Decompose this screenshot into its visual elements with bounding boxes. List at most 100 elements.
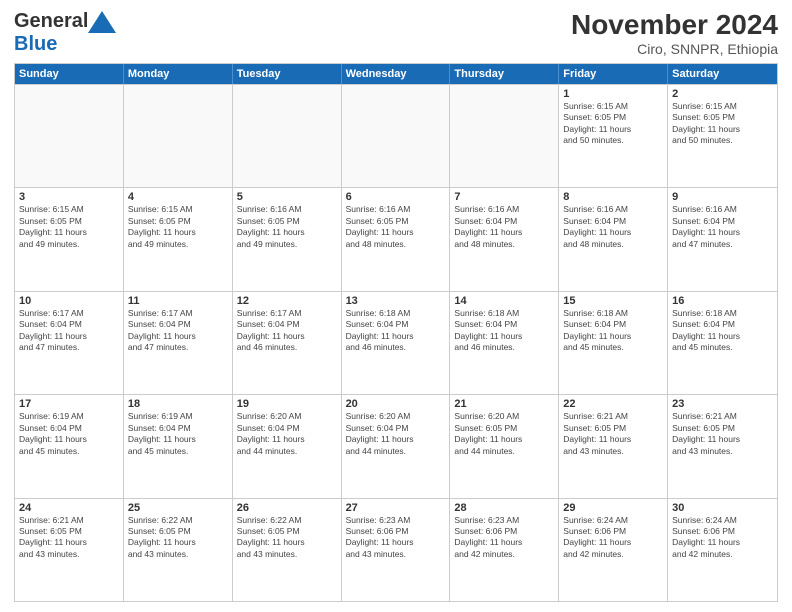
day-number: 12 xyxy=(237,295,337,307)
cal-week-5: 24Sunrise: 6:21 AMSunset: 6:05 PMDayligh… xyxy=(15,498,777,601)
cal-week-2: 3 Sunrise: 6:15 AMSunset: 6:05 PMDaylight… xyxy=(15,187,777,290)
cal-cell-day-30: 30Sunrise: 6:24 AMSunset: 6:06 PMDayligh… xyxy=(668,499,777,601)
cal-cell-day-28: 28Sunrise: 6:23 AMSunset: 6:06 PMDayligh… xyxy=(450,499,559,601)
day-info: Sunrise: 6:20 AMSunset: 6:04 PMDaylight:… xyxy=(237,411,337,457)
cal-cell-day-13: 13Sunrise: 6:18 AMSunset: 6:04 PMDayligh… xyxy=(342,292,451,394)
day-info: Sunrise: 6:23 AMSunset: 6:06 PMDaylight:… xyxy=(346,515,446,561)
cal-cell-day-21: 21Sunrise: 6:20 AMSunset: 6:05 PMDayligh… xyxy=(450,395,559,497)
cal-cell-empty xyxy=(124,85,233,187)
calendar-body: 1 Sunrise: 6:15 AMSunset: 6:05 PMDaylight… xyxy=(15,84,777,601)
cal-header-thursday: Thursday xyxy=(450,64,559,84)
day-info: Sunrise: 6:17 AMSunset: 6:04 PMDaylight:… xyxy=(237,308,337,354)
logo-icon xyxy=(88,11,116,33)
cal-cell-day-15: 15Sunrise: 6:18 AMSunset: 6:04 PMDayligh… xyxy=(559,292,668,394)
page-title: November 2024 xyxy=(571,10,778,41)
day-info: Sunrise: 6:20 AMSunset: 6:05 PMDaylight:… xyxy=(454,411,554,457)
day-number: 6 xyxy=(346,191,446,203)
day-info: Sunrise: 6:21 AMSunset: 6:05 PMDaylight:… xyxy=(19,515,119,561)
day-number: 20 xyxy=(346,398,446,410)
day-number: 26 xyxy=(237,502,337,514)
calendar-header: SundayMondayTuesdayWednesdayThursdayFrid… xyxy=(15,64,777,84)
logo-blue: Blue xyxy=(14,33,57,55)
cal-cell-day-1: 1Sunrise: 6:15 AMSunset: 6:05 PMDaylight… xyxy=(559,85,668,187)
day-info: Sunrise: 6:24 AMSunset: 6:06 PMDaylight:… xyxy=(672,515,773,561)
cal-cell-day-16: 16Sunrise: 6:18 AMSunset: 6:04 PMDayligh… xyxy=(668,292,777,394)
cal-cell-day-23: 23Sunrise: 6:21 AMSunset: 6:05 PMDayligh… xyxy=(668,395,777,497)
day-number: 19 xyxy=(237,398,337,410)
day-number: 1 xyxy=(563,88,663,100)
cal-cell-day-9: 9Sunrise: 6:16 AMSunset: 6:04 PMDaylight… xyxy=(668,188,777,290)
day-number: 13 xyxy=(346,295,446,307)
cal-header-tuesday: Tuesday xyxy=(233,64,342,84)
day-info: Sunrise: 6:20 AMSunset: 6:04 PMDaylight:… xyxy=(346,411,446,457)
cal-cell-day-20: 20Sunrise: 6:20 AMSunset: 6:04 PMDayligh… xyxy=(342,395,451,497)
day-info: Sunrise: 6:18 AMSunset: 6:04 PMDaylight:… xyxy=(672,308,773,354)
day-info: Sunrise: 6:16 AMSunset: 6:04 PMDaylight:… xyxy=(672,204,773,250)
cal-cell-empty xyxy=(342,85,451,187)
day-number: 7 xyxy=(454,191,554,203)
day-info: Sunrise: 6:24 AMSunset: 6:06 PMDaylight:… xyxy=(563,515,663,561)
cal-cell-day-12: 12Sunrise: 6:17 AMSunset: 6:04 PMDayligh… xyxy=(233,292,342,394)
cal-cell-day-27: 27Sunrise: 6:23 AMSunset: 6:06 PMDayligh… xyxy=(342,499,451,601)
day-number: 3 xyxy=(19,191,119,203)
cal-cell-day-26: 26Sunrise: 6:22 AMSunset: 6:05 PMDayligh… xyxy=(233,499,342,601)
day-number: 2 xyxy=(672,88,773,100)
day-info: Sunrise: 6:18 AMSunset: 6:04 PMDaylight:… xyxy=(563,308,663,354)
day-info: Sunrise: 6:22 AMSunset: 6:05 PMDaylight:… xyxy=(237,515,337,561)
day-number: 23 xyxy=(672,398,773,410)
cal-week-4: 17Sunrise: 6:19 AMSunset: 6:04 PMDayligh… xyxy=(15,394,777,497)
day-number: 24 xyxy=(19,502,119,514)
day-info: Sunrise: 6:17 AMSunset: 6:04 PMDaylight:… xyxy=(128,308,228,354)
cal-cell-day-17: 17Sunrise: 6:19 AMSunset: 6:04 PMDayligh… xyxy=(15,395,124,497)
cal-cell-day-2: 2Sunrise: 6:15 AMSunset: 6:05 PMDaylight… xyxy=(668,85,777,187)
cal-cell-day-24: 24Sunrise: 6:21 AMSunset: 6:05 PMDayligh… xyxy=(15,499,124,601)
cal-cell-day-11: 11Sunrise: 6:17 AMSunset: 6:04 PMDayligh… xyxy=(124,292,233,394)
day-info: Sunrise: 6:19 AMSunset: 6:04 PMDaylight:… xyxy=(128,411,228,457)
day-number: 9 xyxy=(672,191,773,203)
day-number: 28 xyxy=(454,502,554,514)
cal-week-3: 10Sunrise: 6:17 AMSunset: 6:04 PMDayligh… xyxy=(15,291,777,394)
day-number: 29 xyxy=(563,502,663,514)
cal-header-sunday: Sunday xyxy=(15,64,124,84)
cal-cell-day-10: 10Sunrise: 6:17 AMSunset: 6:04 PMDayligh… xyxy=(15,292,124,394)
day-info: Sunrise: 6:16 AMSunset: 6:05 PMDaylight:… xyxy=(346,204,446,250)
day-number: 18 xyxy=(128,398,228,410)
day-number: 21 xyxy=(454,398,554,410)
cal-header-monday: Monday xyxy=(124,64,233,84)
day-number: 16 xyxy=(672,295,773,307)
cal-cell-empty xyxy=(15,85,124,187)
day-number: 4 xyxy=(128,191,228,203)
day-number: 10 xyxy=(19,295,119,307)
logo: General Blue xyxy=(14,10,116,56)
day-info: Sunrise: 6:18 AMSunset: 6:04 PMDaylight:… xyxy=(454,308,554,354)
day-info: Sunrise: 6:15 AMSunset: 6:05 PMDaylight:… xyxy=(128,204,228,250)
day-number: 22 xyxy=(563,398,663,410)
day-number: 14 xyxy=(454,295,554,307)
header: General Blue November 2024 Ciro, SNNPR, … xyxy=(14,10,778,57)
cal-cell-day-6: 6Sunrise: 6:16 AMSunset: 6:05 PMDaylight… xyxy=(342,188,451,290)
page: General Blue November 2024 Ciro, SNNPR, … xyxy=(0,0,792,612)
day-info: Sunrise: 6:19 AMSunset: 6:04 PMDaylight:… xyxy=(19,411,119,457)
cal-cell-day-25: 25Sunrise: 6:22 AMSunset: 6:05 PMDayligh… xyxy=(124,499,233,601)
day-number: 15 xyxy=(563,295,663,307)
cal-cell-day-29: 29Sunrise: 6:24 AMSunset: 6:06 PMDayligh… xyxy=(559,499,668,601)
cal-cell-day-5: 5Sunrise: 6:16 AMSunset: 6:05 PMDaylight… xyxy=(233,188,342,290)
cal-cell-day-7: 7Sunrise: 6:16 AMSunset: 6:04 PMDaylight… xyxy=(450,188,559,290)
day-number: 11 xyxy=(128,295,228,307)
cal-cell-day-3: 3Sunrise: 6:15 AMSunset: 6:05 PMDaylight… xyxy=(15,188,124,290)
day-number: 27 xyxy=(346,502,446,514)
day-number: 5 xyxy=(237,191,337,203)
day-info: Sunrise: 6:23 AMSunset: 6:06 PMDaylight:… xyxy=(454,515,554,561)
cal-header-friday: Friday xyxy=(559,64,668,84)
day-info: Sunrise: 6:15 AMSunset: 6:05 PMDaylight:… xyxy=(672,101,773,147)
day-info: Sunrise: 6:17 AMSunset: 6:04 PMDaylight:… xyxy=(19,308,119,354)
page-subtitle: Ciro, SNNPR, Ethiopia xyxy=(571,41,778,57)
cal-cell-day-18: 18Sunrise: 6:19 AMSunset: 6:04 PMDayligh… xyxy=(124,395,233,497)
day-number: 30 xyxy=(672,502,773,514)
calendar: SundayMondayTuesdayWednesdayThursdayFrid… xyxy=(14,63,778,602)
cal-header-wednesday: Wednesday xyxy=(342,64,451,84)
logo-general: General xyxy=(14,10,88,33)
title-block: November 2024 Ciro, SNNPR, Ethiopia xyxy=(571,10,778,57)
cal-cell-day-19: 19Sunrise: 6:20 AMSunset: 6:04 PMDayligh… xyxy=(233,395,342,497)
cal-header-saturday: Saturday xyxy=(668,64,777,84)
